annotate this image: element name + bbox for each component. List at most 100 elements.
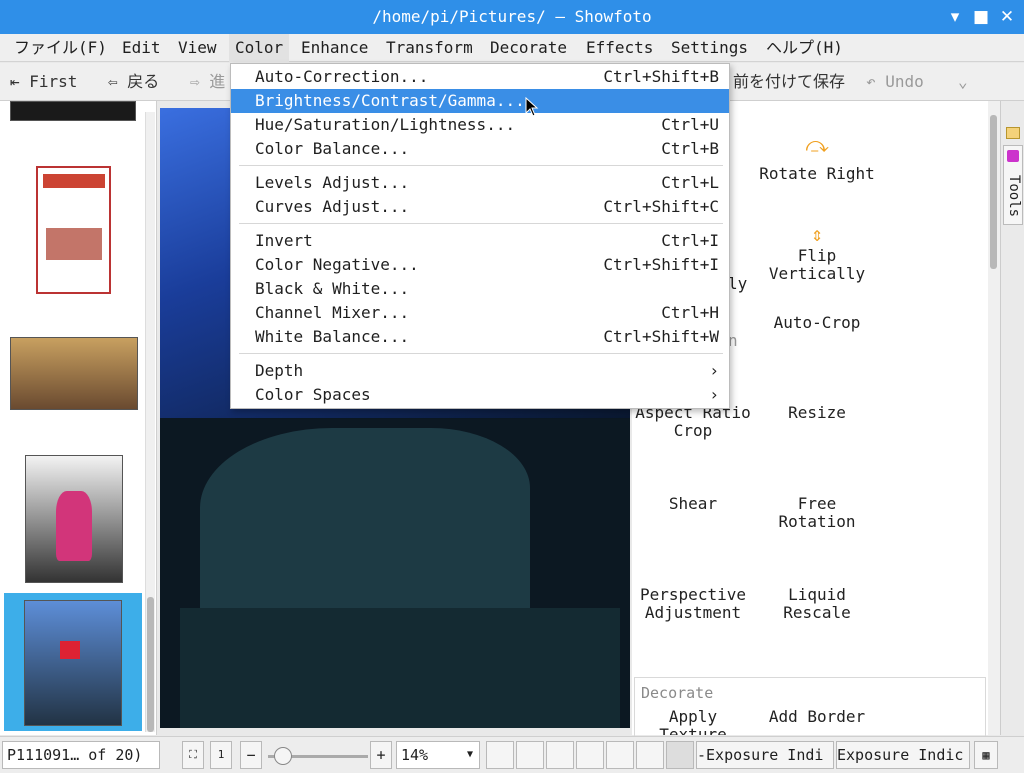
thumbnail-kimono[interactable] [25, 455, 123, 583]
zoom-out-icon[interactable]: − [240, 741, 262, 769]
hue-shortcut: Ctrl+U [661, 115, 719, 134]
menu-item-depth[interactable]: Depth › [231, 359, 729, 383]
submenu-arrow-icon: › [709, 385, 719, 404]
menu-item-invert[interactable]: Invert Ctrl+I [231, 229, 729, 253]
tool-rotate-right[interactable]: ⤼ Rotate Right [756, 131, 878, 201]
tool-free-rotation[interactable]: Free Rotation [756, 495, 878, 531]
grid-icon[interactable]: ▦ [974, 741, 998, 769]
menu-enhance[interactable]: Enhance [295, 34, 374, 62]
undo-dropdown-icon[interactable]: ⌄ [958, 63, 968, 101]
aspect-crop-label-2: Crop [673, 421, 713, 440]
folder-icon[interactable] [1006, 127, 1020, 139]
status-indicator-7[interactable] [666, 741, 694, 769]
status-indicator-5[interactable] [606, 741, 634, 769]
tool-liquid-rescale[interactable]: Liquid Rescale [756, 586, 878, 622]
channel-mixer-shortcut: Ctrl+H [661, 303, 719, 322]
status-indicator-1[interactable] [486, 741, 514, 769]
thumbnail-scroll-handle[interactable] [147, 597, 154, 732]
close-icon[interactable]: ✕ [996, 6, 1018, 28]
flip-vertical-icon: ⇕ [810, 222, 824, 246]
menu-separator [239, 165, 723, 166]
tool-add-border[interactable]: Add Border [756, 708, 878, 726]
menu-item-color-balance[interactable]: Color Balance... Ctrl+B [231, 137, 729, 161]
tools-tab[interactable]: Tools [1003, 145, 1023, 225]
forward-button[interactable]: ⇨ 進 [190, 63, 225, 101]
undo-button[interactable]: ↶ Undo [866, 63, 924, 101]
tool-aspect-ratio-crop[interactable]: Aspect Ratio Crop [632, 404, 754, 440]
right-sidebar: Tools [1000, 101, 1024, 735]
flip-vertical-label-1: Flip [797, 246, 837, 265]
tool-shear[interactable]: Shear [632, 495, 754, 513]
tools-scrollbar[interactable] [988, 101, 1000, 735]
thumbnail-flyer[interactable] [36, 166, 111, 294]
status-indicator-4[interactable] [576, 741, 604, 769]
zoom-fit-icon[interactable]: ⛶ [182, 741, 204, 769]
menu-item-channel-mixer[interactable]: Channel Mixer... Ctrl+H [231, 301, 729, 325]
menu-item-auto-correction[interactable]: Auto-Correction... Ctrl+Shift+B [231, 65, 729, 89]
zoom-slider-handle[interactable] [274, 747, 292, 765]
maximize-icon[interactable]: ■ [970, 6, 992, 28]
zoom-100-icon[interactable]: 1 [210, 741, 232, 769]
menu-transform[interactable]: Transform [380, 34, 479, 62]
brightness-label: Brightness/Contrast/Gamma... [255, 91, 525, 110]
menu-item-color-negative[interactable]: Color Negative... Ctrl+Shift+I [231, 253, 729, 277]
thumbnail-fox-statue [24, 600, 122, 726]
menu-decorate[interactable]: Decorate [484, 34, 573, 62]
menu-effects[interactable]: Effects [580, 34, 659, 62]
tools-scroll-handle[interactable] [990, 115, 997, 269]
thumbnail-group-photo[interactable] [10, 337, 138, 410]
curves-shortcut: Ctrl+Shift+C [603, 197, 719, 216]
invert-label: Invert [255, 231, 313, 250]
status-indicator-6[interactable] [636, 741, 664, 769]
menu-item-hue-saturation[interactable]: Hue/Saturation/Lightness... Ctrl+U [231, 113, 729, 137]
flip-vertical-label-2: Vertically [768, 264, 866, 283]
free-rotation-label-2: Rotation [778, 512, 856, 531]
menu-view[interactable]: View [172, 34, 223, 62]
tool-apply-texture[interactable]: Apply Texture [632, 708, 754, 735]
menu-item-levels[interactable]: Levels Adjust... Ctrl+L [231, 171, 729, 195]
status-indicator-3[interactable] [546, 741, 574, 769]
menu-item-color-spaces[interactable]: Color Spaces › [231, 383, 729, 407]
zoom-in-icon[interactable]: + [370, 741, 392, 769]
tool-resize[interactable]: Resize [756, 404, 878, 422]
menu-edit[interactable]: Edit [116, 34, 167, 62]
fox-bib [60, 641, 80, 659]
menu-item-brightness-contrast-gamma[interactable]: Brightness/Contrast/Gamma... [231, 89, 729, 113]
thumbnail-partial[interactable] [10, 101, 136, 121]
first-button[interactable]: ⇤ First [10, 63, 77, 101]
menu-bar: ファイル(F) Edit View Color Enhance Transfor… [0, 34, 1024, 62]
status-indicator-2[interactable] [516, 741, 544, 769]
menu-file[interactable]: ファイル(F) [8, 34, 113, 62]
thumbnail-selected[interactable] [4, 593, 142, 731]
forward-arrow-icon: ⇨ [190, 72, 210, 91]
menu-color[interactable]: Color [229, 34, 290, 62]
white-balance-shortcut: Ctrl+Shift+W [603, 327, 719, 346]
thumbnail-scrollbar[interactable] [145, 112, 155, 732]
zoom-combo[interactable]: 14% ▼ [396, 741, 480, 769]
save-as-button[interactable]: 前を付けて保存 [733, 63, 845, 101]
tool-flip-vertical[interactable]: ⇕ Flip Vertically [756, 221, 878, 283]
tools-tab-icon [1007, 150, 1019, 162]
thumbnail-pane [0, 101, 157, 735]
auto-correction-shortcut: Ctrl+Shift+B [603, 67, 719, 86]
invert-shortcut: Ctrl+I [661, 231, 719, 250]
levels-shortcut: Ctrl+L [661, 173, 719, 192]
overexposure-indicator[interactable]: Exposure Indic [836, 741, 970, 769]
menu-item-black-white[interactable]: Black & White... [231, 277, 729, 301]
perspective-label-1: Perspective [640, 585, 746, 604]
auto-correction-label: Auto-Correction... [255, 67, 429, 86]
hue-label: Hue/Saturation/Lightness... [255, 115, 516, 134]
color-balance-shortcut: Ctrl+B [661, 139, 719, 158]
menu-help[interactable]: ヘルプ(H) [760, 34, 849, 62]
zoom-value: 14% [401, 746, 429, 764]
minimize-icon[interactable]: ▾ [944, 6, 966, 28]
statue-body [200, 428, 530, 628]
back-button[interactable]: ⇦ 戻る [108, 63, 159, 101]
menu-item-white-balance[interactable]: White Balance... Ctrl+Shift+W [231, 325, 729, 349]
underexposure-indicator[interactable]: -Exposure Indi [696, 741, 834, 769]
white-balance-label: White Balance... [255, 327, 410, 346]
tool-perspective[interactable]: Perspective Adjustment [632, 586, 754, 622]
menu-settings[interactable]: Settings [665, 34, 754, 62]
tool-auto-crop[interactable]: Auto-Crop [756, 314, 878, 332]
menu-item-curves[interactable]: Curves Adjust... Ctrl+Shift+C [231, 195, 729, 219]
